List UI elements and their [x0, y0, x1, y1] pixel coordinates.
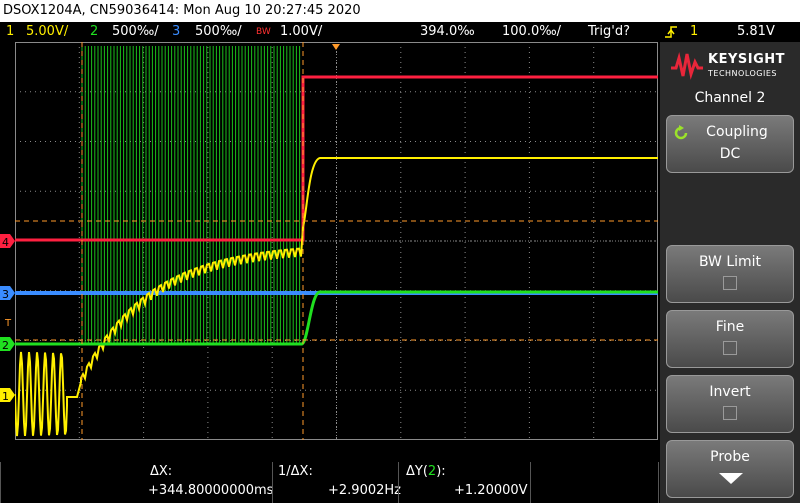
brand-subtitle: TECHNOLOGIES [708, 69, 777, 78]
status-bar: 1 5.00V/ 2 500‰/ 3 500‰/ BW 1.00V/ 394.0… [0, 22, 800, 41]
coupling-value: DC [719, 146, 741, 162]
fine-checkbox[interactable] [723, 341, 737, 355]
fine-softkey[interactable]: Fine [666, 310, 794, 368]
ch2-scale[interactable]: 500‰/ [112, 22, 159, 41]
cursor-readout: ΔX: +344.80000000ms 1/ΔX: +2.9002Hz ΔY(2… [0, 462, 660, 503]
submenu-arrow-icon [719, 473, 743, 484]
ch1-scale[interactable]: 5.00V/ [26, 22, 68, 41]
invert-label: Invert [709, 384, 751, 400]
ch4-marker[interactable]: 4 [0, 234, 15, 249]
ch4-bw-limit-tag: BW [256, 27, 271, 37]
menu-title: Channel 2 [694, 90, 766, 106]
keysight-wave-icon [671, 52, 703, 80]
bw-limit-softkey[interactable]: BW Limit [666, 245, 794, 303]
svg-text:3: 3 [2, 288, 9, 301]
svg-text:T: T [4, 318, 12, 329]
fine-label: Fine [715, 319, 745, 335]
timebase-scale[interactable]: 100.0‰/ [502, 22, 561, 41]
trigger-source[interactable]: 1 [690, 22, 698, 41]
ch1-marker[interactable]: 1 [0, 388, 15, 403]
softkey-panel: KEYSIGHT TECHNOLOGIES Channel 2 Coupling… [660, 42, 800, 503]
waveform-display[interactable] [15, 42, 658, 440]
bw-limit-label: BW Limit [698, 254, 762, 270]
probe-label: Probe [710, 449, 750, 465]
inverse-delta-x-label: 1/ΔX: [278, 464, 313, 479]
delta-x-label: ΔX: [150, 464, 173, 479]
svg-text:1: 1 [2, 390, 9, 403]
channel-markers: 4 3 T 2 1 [0, 234, 15, 403]
bw-limit-checkbox[interactable] [723, 276, 737, 290]
trigger-level[interactable]: 5.81V [737, 22, 775, 41]
probe-softkey[interactable]: Probe [666, 440, 794, 498]
svg-text:2: 2 [2, 339, 9, 352]
trigger-state: Trig'd? [588, 24, 630, 39]
coupling-label: Coupling [706, 124, 768, 140]
ch4-scale[interactable]: 1.00V/ [280, 22, 322, 41]
window-title: DSOX1204A, CN59036414: Mon Aug 10 20:27:… [0, 0, 800, 22]
invert-checkbox[interactable] [723, 406, 737, 420]
inverse-delta-x-value: +2.9002Hz [328, 483, 401, 498]
ch1-number[interactable]: 1 [6, 22, 14, 41]
ch2-number[interactable]: 2 [90, 22, 98, 41]
delta-y-value: +1.20000V [454, 483, 528, 498]
trigger-level-marker[interactable]: T [4, 318, 12, 329]
keysight-logo: KEYSIGHT TECHNOLOGIES [670, 46, 794, 86]
ch2-marker[interactable]: 2 [0, 337, 15, 352]
svg-text:4: 4 [2, 236, 9, 249]
delta-x-value: +344.80000000ms [148, 483, 274, 498]
brand-name: KEYSIGHT [708, 52, 785, 67]
delta-y-label: ΔY(2): [406, 464, 446, 479]
ch3-marker[interactable]: 3 [0, 286, 15, 301]
ch3-scale[interactable]: 500‰/ [195, 22, 242, 41]
invert-softkey[interactable]: Invert [666, 375, 794, 433]
ch3-number[interactable]: 3 [172, 22, 180, 41]
coupling-softkey[interactable]: Coupling DC [666, 115, 794, 173]
horizontal-delay[interactable]: 394.0‰ [420, 22, 475, 41]
